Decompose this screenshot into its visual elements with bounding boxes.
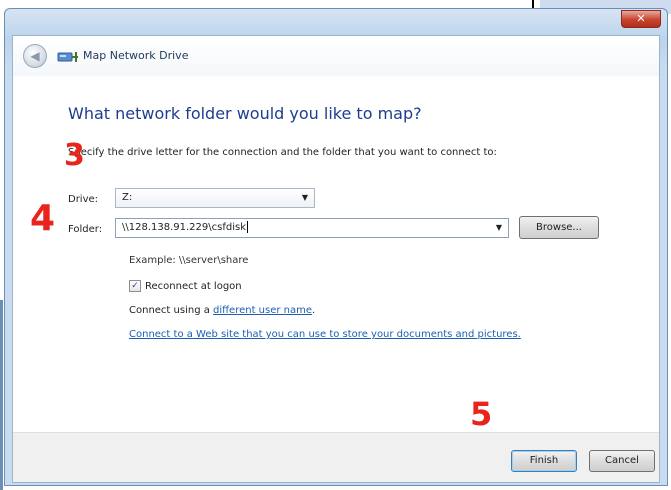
folder-input[interactable]: \\128.138.91.229\csfdisk ▼ [115, 218, 509, 238]
browse-button[interactable]: Browse... [519, 216, 599, 239]
reconnect-option[interactable]: ✓ Reconnect at logon [129, 280, 242, 292]
connect-prefix: Connect using a [129, 305, 214, 316]
connect-as-row: Connect using a different user name. [129, 305, 315, 316]
checkmark-icon: ✓ [131, 281, 139, 291]
drive-value: Z: [122, 192, 133, 203]
close-button[interactable]: ✕ [621, 10, 661, 28]
network-drive-icon [57, 52, 78, 62]
example-text: Example: \\server\share [129, 255, 249, 266]
annotation-step-4: 4 [30, 198, 56, 239]
dialog-footer: Finish Cancel [13, 432, 659, 482]
instruction-text: Specify the drive letter for the connect… [68, 147, 497, 158]
web-site-link[interactable]: Connect to a Web site that you can use t… [129, 329, 521, 340]
cancel-button[interactable]: Cancel [589, 450, 655, 472]
text-caret [246, 221, 248, 233]
finish-button[interactable]: Finish [511, 450, 577, 472]
map-network-drive-dialog: ✕ ◀ Map Network Drive What network folde… [4, 8, 668, 486]
back-arrow-icon: ◀ [30, 49, 40, 63]
page-heading: What network folder would you like to ma… [68, 104, 422, 123]
drive-label: Drive: [68, 194, 99, 205]
different-user-link[interactable]: different user name [213, 305, 312, 316]
reconnect-checkbox[interactable]: ✓ [129, 280, 141, 292]
chevron-down-icon: ▼ [301, 193, 308, 202]
reconnect-label[interactable]: Reconnect at logon [145, 281, 242, 292]
window-title: Map Network Drive [83, 49, 189, 62]
annotation-step-3: 3 [64, 138, 85, 173]
chevron-down-icon[interactable]: ▼ [496, 219, 502, 237]
dialog-client-area: ◀ Map Network Drive What network folder … [12, 35, 660, 483]
close-icon: ✕ [636, 12, 646, 25]
connect-suffix: . [312, 305, 316, 316]
background-window-edge [0, 300, 3, 490]
annotation-step-5: 5 [470, 395, 493, 433]
back-button[interactable]: ◀ [23, 44, 47, 68]
drive-select[interactable]: Z: ▼ [115, 188, 315, 208]
folder-label: Folder: [68, 224, 103, 235]
wizard-header: ◀ Map Network Drive [13, 36, 659, 76]
folder-value: \\128.138.91.229\csfdisk [122, 222, 246, 233]
